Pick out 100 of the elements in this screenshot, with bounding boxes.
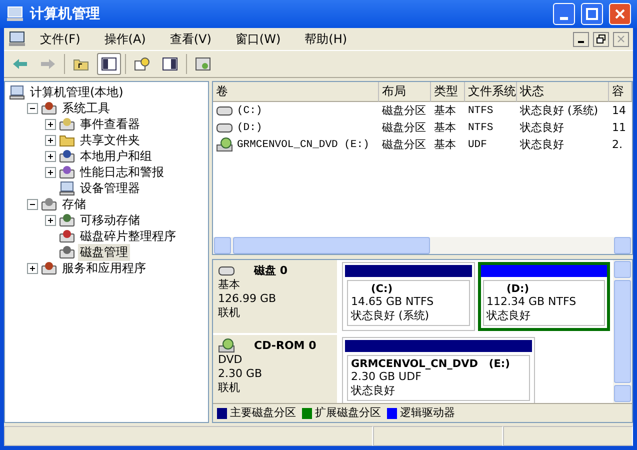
column-header[interactable]: 类型 [431,82,465,102]
tree-item[interactable]: 性能日志和警报 [78,164,166,180]
tree-item[interactable]: 事件查看器 [78,116,142,132]
expand-toggle[interactable] [45,214,56,226]
drive-icon [41,196,57,212]
tree-item[interactable]: 系统工具 [60,100,112,116]
table-cell-text: 基本 [433,137,457,152]
plus-icon [47,216,54,224]
column-header[interactable]: 容 [609,82,632,102]
partition-detail: 状态良好 [351,384,396,398]
partition-title: GRMCENVOL_CN_DVD (E:) [351,358,511,370]
disk-detail: 126.99 GB [218,292,278,306]
right-arrow-icon [40,58,56,70]
table-cell-text: 基本 [433,103,457,118]
menu-item[interactable]: 帮助(H) [294,30,358,48]
computer-icon [59,180,75,196]
expand-toggle[interactable] [27,262,38,274]
close-icon [614,8,626,20]
partition-detail: 状态良好 [486,309,532,323]
drive-icon [216,104,234,116]
table-cell-text: 基本 [433,120,457,135]
legend-label: 主要磁盘分区 [230,406,296,420]
column-header[interactable]: 卷 [213,82,379,102]
partition-block[interactable]: (D:) 112.34 GB NTFS 状态良好 [478,262,610,331]
tree-item[interactable]: 磁盘管理 [78,244,130,260]
folder-icon [73,57,89,71]
expand-toggle[interactable] [45,118,56,130]
expand-toggle[interactable] [45,134,56,146]
minimize-icon [560,16,568,20]
table-cell-text: 状态良好 (系统) [519,103,600,118]
table-cell: (C:) [213,104,379,116]
legend-label: 逻辑驱动器 [400,406,455,420]
plus-icon [47,152,54,160]
help-icon [134,57,150,71]
column-header[interactable]: 文件系统 [465,82,517,102]
properties-icon [195,57,211,71]
column-header[interactable]: 布局 [379,82,431,102]
tree-item[interactable]: 计算机管理(本地) [28,84,126,100]
plus-icon [47,168,54,176]
left-pane-icon [101,57,117,71]
table-cell-text: 14 [611,104,627,117]
disk-name: 磁盘 0 [254,263,288,278]
table-cell-text: 2. [611,138,624,151]
partition-title: (D:) [506,283,530,295]
expand-toggle[interactable] [27,198,38,210]
table-cell-text: 状态良好 [519,137,565,152]
table-cell-text: NTFS [467,104,494,116]
disk-detail: 联机 [218,306,241,320]
cd-drive-icon [218,338,236,353]
table-cell-text: 磁盘分区 [381,137,427,152]
plus-icon [47,120,54,128]
disk-detail: DVD [218,353,244,367]
partition-detail: 状态良好 (系统) [351,309,430,323]
scrollbar[interactable] [213,237,632,254]
partition-detail: 2.30 GB UDF [351,370,422,384]
table-cell-text: 磁盘分区 [381,103,427,118]
tree-item[interactable]: 本地用户和组 [78,148,154,164]
folder-icon [59,133,75,147]
table-cell-text: 11 [611,121,627,134]
menu-item[interactable]: 操作(A) [94,30,156,48]
left-arrow-icon [12,58,28,70]
drive-icon [59,244,75,260]
maximize-icon [586,8,598,20]
computer-icon [6,6,24,22]
table-cell: GRMCENVOL_CN_DVD (E:) [213,137,379,152]
table-cell: (D:) [213,122,379,134]
table-cell-text: 磁盘分区 [381,120,427,135]
disk-name: CD-ROM 0 [254,339,316,352]
table-cell-text: 状态良好 [519,120,565,135]
scrollbar[interactable] [613,260,632,403]
column-header[interactable]: 状态 [517,82,609,102]
partition-title: (C:) [370,283,394,295]
expand-toggle[interactable] [27,102,38,114]
restore-button[interactable] [593,32,609,46]
tree-item[interactable]: 存储 [60,196,88,212]
cd-drive-icon [216,137,234,152]
partition-block[interactable]: (C:) 14.65 GB NTFS 状态良好 (系统) [342,262,474,331]
table-cell-text: UDF [467,138,488,150]
expand-toggle[interactable] [45,166,56,178]
tree-toggle-button[interactable] [97,53,121,75]
menu-item[interactable]: 窗口(W) [225,30,291,48]
tree-item[interactable]: 磁盘碎片整理程序 [78,228,178,244]
disk-detail: 2.30 GB [218,367,264,381]
maximize-button[interactable] [581,3,603,25]
partition-block[interactable]: GRMCENVOL_CN_DVD (E:) 2.30 GB UDF 状态良好 [342,337,535,403]
disk-detail: 基本 [218,278,241,292]
menu-item[interactable]: 文件(F) [30,30,90,48]
minimize-button[interactable] [573,32,589,46]
menu-item[interactable]: 查看(V) [160,30,222,48]
close-icon [617,35,625,43]
table-cell-text: NTFS [467,122,494,134]
plus-icon [29,264,36,272]
tree-item[interactable]: 服务和应用程序 [60,260,148,276]
tree-item[interactable]: 可移动存储 [78,212,142,228]
partition-detail: 14.65 GB NTFS [351,295,435,309]
tree-item[interactable]: 设备管理器 [78,180,142,196]
legend-label: 扩展磁盘分区 [315,406,381,420]
tree-item[interactable]: 共享文件夹 [78,132,142,148]
computer-icon [9,84,25,100]
expand-toggle[interactable] [45,150,56,162]
